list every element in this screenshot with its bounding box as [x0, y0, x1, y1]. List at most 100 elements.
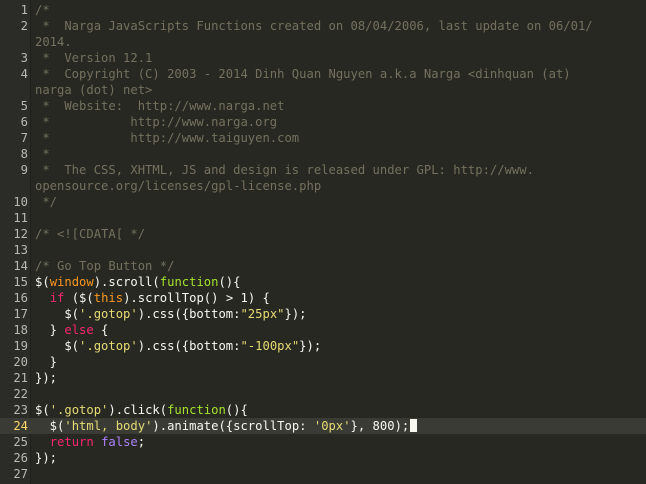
code-line[interactable]: narga (dot) net> [0, 82, 646, 98]
code-text: */ [35, 194, 57, 210]
code-line[interactable]: 5 * Website: http://www.narga.net [0, 98, 646, 114]
code-line-current[interactable]: 24 $('html, body').animate({scrollTop: '… [0, 418, 646, 434]
line-number: 5 [20, 99, 28, 113]
code-line[interactable]: 23 $('.gotop').click(function(){ [0, 402, 646, 418]
code-line[interactable]: 11 [0, 210, 646, 226]
code-text: $('.gotop').css({bottom:"-100px"}); [35, 338, 321, 354]
code-text: /* [35, 2, 50, 18]
code-line[interactable]: opensource.org/licenses/gpl-license.php [0, 178, 646, 194]
code-token: window [49, 275, 94, 289]
code-text: } else { [35, 322, 109, 338]
code-text: opensource.org/licenses/gpl-license.php [35, 178, 321, 194]
line-number: 21 [13, 371, 28, 385]
code-token: }); [35, 451, 58, 465]
code-line[interactable]: 7 * http://www.taiguyen.com [0, 130, 646, 146]
line-number: 17 [13, 307, 28, 321]
code-text: $(window).scroll(function(){ [35, 274, 240, 290]
code-text: /* Go Top Button */ [35, 258, 174, 274]
line-number: 4 [20, 67, 28, 81]
code-token: */ [35, 195, 58, 209]
code-token: false [101, 435, 138, 449]
line-number: 16 [13, 291, 28, 305]
code-token: 'html, body' [64, 419, 153, 433]
code-line[interactable]: 19 $('.gotop').css({bottom:"-100px"}); [0, 338, 646, 354]
code-token: ).scroll( [93, 275, 160, 289]
code-token: ).scrollTop() > 1) { [123, 291, 270, 305]
code-line[interactable]: 9 * The CSS, XHTML, JS and design is rel… [0, 162, 646, 178]
code-token: /* Go Top Button */ [35, 259, 175, 273]
code-line[interactable]: 27 [0, 466, 646, 482]
code-token: '0px' [313, 419, 351, 433]
code-line[interactable]: 4 * Copyright (C) 2003 - 2014 Dinh Quan … [0, 66, 646, 82]
code-token: /* <![CDATA[ */ [35, 227, 146, 241]
code-token: }, 800); [350, 419, 410, 433]
code-token: $( [35, 275, 50, 289]
line-number: 20 [13, 355, 28, 369]
code-token: function [167, 403, 226, 417]
code-token: * Narga JavaScripts Functions created on… [35, 19, 593, 33]
code-token: return [49, 435, 94, 449]
code-line[interactable]: 10 */ [0, 194, 646, 210]
code-token: } [35, 355, 58, 369]
line-number: 26 [13, 451, 28, 465]
code-text: 2014. [35, 34, 72, 50]
code-line[interactable]: 2 * Narga JavaScripts Functions created … [0, 18, 646, 34]
code-token: '.gotop' [49, 403, 109, 417]
code-line[interactable]: 25 return false; [0, 434, 646, 450]
code-token: * Copyright (C) 2003 - 2014 Dinh Quan Ng… [35, 67, 571, 81]
code-token: ($( [64, 291, 94, 305]
code-line[interactable]: 20 } [0, 354, 646, 370]
line-number: 7 [20, 131, 28, 145]
line-number: 27 [13, 467, 28, 481]
line-number: 25 [13, 435, 28, 449]
line-number: 8 [20, 147, 28, 161]
code-editor[interactable]: 1/* 2 * Narga JavaScripts Functions creat… [0, 0, 646, 484]
code-line[interactable]: 2014. [0, 34, 646, 50]
code-line[interactable]: 1 /* [0, 2, 646, 18]
code-token: this [93, 291, 124, 305]
code-token: * http://www.taiguyen.com [35, 131, 300, 145]
line-number: 22 [13, 387, 28, 401]
code-line[interactable]: 15 $(window).scroll(function(){ [0, 274, 646, 290]
code-token: * Version 12.1 [35, 51, 153, 65]
code-line[interactable]: 16 if ($(this).scrollTop() > 1) { [0, 290, 646, 306]
code-token: ).animate({scrollTop: [152, 419, 314, 433]
code-token: else [64, 323, 94, 337]
code-line[interactable]: 17 $('.gotop').css({bottom:"25px"}); [0, 306, 646, 322]
code-token: * Website: http://www.narga.net [35, 99, 285, 113]
line-number: 2 [20, 19, 28, 33]
code-line[interactable]: 14 /* Go Top Button */ [0, 258, 646, 274]
code-text: }); [35, 450, 57, 466]
code-token: /* [35, 3, 50, 17]
code-text: $('.gotop').css({bottom:"25px"}); [35, 306, 306, 322]
code-token: { [93, 323, 109, 337]
code-line[interactable]: 3 * Version 12.1 [0, 50, 646, 66]
code-token: }); [299, 339, 322, 353]
code-line[interactable]: 18 } else { [0, 322, 646, 338]
code-line[interactable]: 21}); [0, 370, 646, 386]
code-token: (){ [225, 403, 248, 417]
code-text: * Copyright (C) 2003 - 2014 Dinh Quan Ng… [35, 66, 571, 82]
code-text: * The CSS, XHTML, JS and design is relea… [35, 162, 534, 178]
code-token: if [49, 291, 65, 305]
code-line[interactable]: 12 /* <![CDATA[ */ [0, 226, 646, 242]
line-number: 3 [20, 51, 28, 65]
code-text: * Narga JavaScripts Functions created on… [35, 18, 593, 34]
code-token: ).click( [108, 403, 168, 417]
code-token: narga (dot) net> [35, 83, 153, 97]
code-token: (){ [218, 275, 241, 289]
code-line[interactable]: 22 [0, 386, 646, 402]
line-number: 13 [13, 243, 28, 257]
code-line[interactable]: 26}); [0, 450, 646, 466]
code-token: $( [35, 307, 80, 321]
code-line[interactable]: 8 * [0, 146, 646, 162]
code-token: ).css({bottom: [137, 307, 241, 321]
code-line[interactable]: 6 * http://www.narga.org [0, 114, 646, 130]
code-text: narga (dot) net> [35, 82, 152, 98]
code-token: opensource.org/licenses/gpl-license.php [35, 179, 322, 193]
code-token: "-100px" [240, 339, 300, 353]
code-line[interactable]: 13 [0, 242, 646, 258]
code-token: * http://www.narga.org [35, 115, 278, 129]
code-text: }); [35, 370, 57, 386]
